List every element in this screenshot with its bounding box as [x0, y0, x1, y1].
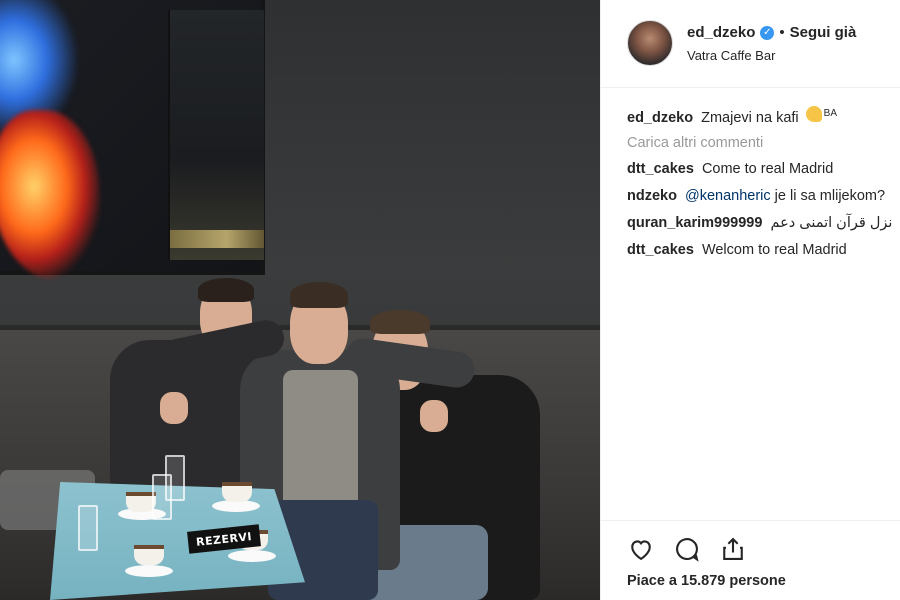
comment-item: ndzeko @kenanheric je li sa mlijekom? — [627, 186, 900, 206]
comment-item: dtt_cakes Welcom to real Madrid — [627, 240, 900, 260]
likes-count[interactable]: Piace a 15.879 persone — [627, 573, 786, 589]
post-photo[interactable]: REZERVI — [0, 0, 600, 600]
comment-username[interactable]: ndzeko — [627, 188, 677, 204]
username-link[interactable]: ed_dzeko — [687, 24, 755, 41]
separator-dot: • — [779, 24, 785, 41]
comment-username[interactable]: quran_karim999999 — [627, 215, 762, 231]
glass — [78, 505, 98, 551]
user-line: ed_dzeko ✓ • Segui già — [687, 24, 856, 41]
verified-badge-icon: ✓ — [760, 25, 775, 40]
comment-item: quran_karim999999 نزل قرآن اتمنى دعم — [627, 213, 900, 233]
comment-text: نزل قرآن اتمنى دعم — [770, 215, 893, 231]
comment-item: dtt_cakes Come to real Madrid — [627, 159, 900, 179]
red-flame-art — [0, 110, 100, 280]
post-actions: Piace a 15.879 persone — [601, 520, 900, 600]
post-sidebar: ed_dzeko ✓ • Segui già Vatra Caffe Bar e… — [600, 0, 900, 600]
comment-username[interactable]: dtt_cakes — [627, 242, 694, 258]
heart-icon[interactable] — [627, 535, 655, 563]
caption: ed_dzeko Zmajevi na kafi BA — [627, 104, 900, 128]
bar-window — [168, 10, 264, 260]
caption-text: Zmajevi na kafi — [701, 110, 799, 126]
saucer — [228, 550, 276, 562]
coffee-cup — [134, 545, 164, 565]
share-icon[interactable] — [719, 535, 747, 563]
comment-mention-link[interactable]: @kenanheric — [685, 188, 771, 204]
glass — [152, 474, 172, 520]
comment-text: Welcom to real Madrid — [701, 242, 847, 258]
comment-icon[interactable] — [673, 535, 701, 563]
comment-text: Come to real Madrid — [701, 161, 834, 177]
saucer — [125, 565, 173, 577]
location-link[interactable]: Vatra Caffe Bar — [687, 48, 775, 63]
hand — [420, 400, 448, 432]
comment-text: je li sa mlijekom? — [774, 188, 886, 204]
comments-list: ed_dzeko Zmajevi na kafi BA Carica altri… — [627, 104, 900, 267]
post-header: ed_dzeko ✓ • Segui già Vatra Caffe Bar — [601, 0, 900, 88]
comment-username[interactable]: dtt_cakes — [627, 161, 694, 177]
follow-button[interactable]: Segui già — [790, 24, 857, 41]
avatar[interactable] — [627, 20, 673, 66]
hand — [160, 392, 188, 424]
instagram-post: REZERVI ed_dzeko ✓ • Segui già Vatra Caf… — [0, 0, 900, 600]
caption-username[interactable]: ed_dzeko — [627, 110, 693, 126]
load-more-comments-link[interactable]: Carica altri commenti — [627, 135, 900, 151]
coffee-cup — [222, 482, 252, 502]
flag-ba-label: BA — [823, 108, 838, 119]
flexed-biceps-icon: BA — [805, 104, 838, 124]
